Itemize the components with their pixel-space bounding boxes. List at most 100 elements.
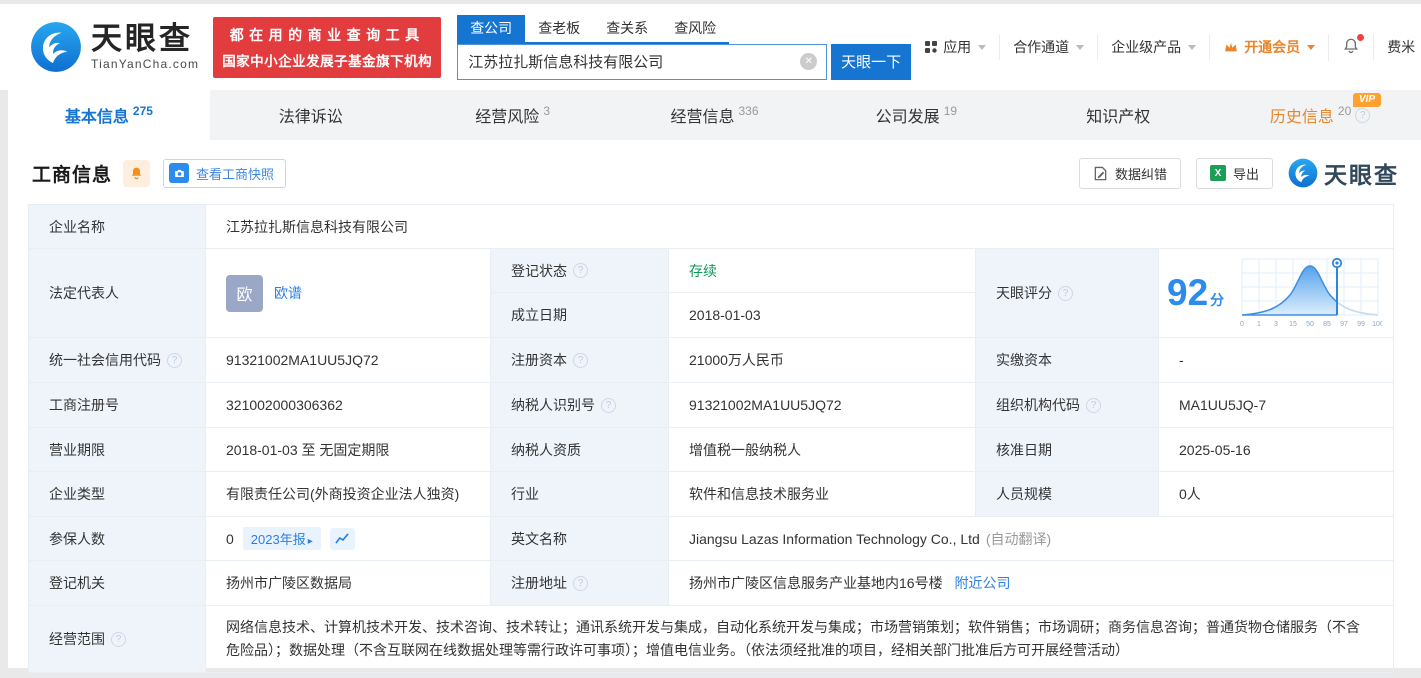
help-icon[interactable] <box>1086 397 1101 413</box>
export-button[interactable]: X 导出 <box>1195 157 1273 189</box>
legal-rep-avatar[interactable]: 欧 <box>226 274 263 312</box>
business-scope-label: 经营范围 <box>49 631 105 647</box>
notification-bell-icon <box>1342 33 1365 58</box>
nav-apps-label: 应用 <box>943 39 972 55</box>
apps-grid-icon <box>925 41 938 53</box>
tab-label: 法律诉讼 <box>278 109 343 126</box>
tianyancha-swirl-icon <box>1288 158 1318 188</box>
tab-label: 知识产权 <box>1086 109 1151 126</box>
correction-label: 数据纠错 <box>1114 166 1167 182</box>
snapshot-label: 查看工商快照 <box>196 166 275 182</box>
nav-vip[interactable]: 开通会员 <box>1209 34 1328 60</box>
tab-count: 19 <box>943 104 958 118</box>
snapshot-button[interactable]: 查看工商快照 <box>163 158 287 188</box>
nearby-companies-link[interactable]: 附近公司 <box>954 575 1010 591</box>
notification-dot <box>1357 33 1365 41</box>
tab-count: 20 <box>1337 104 1352 118</box>
nav-apps[interactable]: 应用 <box>911 34 999 60</box>
table-row: 企业类型 有限责任公司(外商投资企业法人独资) 行业 软件和信息技术服务业 人员… <box>28 471 1394 517</box>
edit-correction-icon <box>1094 166 1107 180</box>
tab-label: 基本信息 <box>64 109 129 126</box>
logo-name: 天眼查 <box>91 21 193 56</box>
nav-partner-label: 合作通道 <box>1013 39 1070 55</box>
trend-chart-icon[interactable] <box>329 527 355 550</box>
reg-number-value: 321002000306362 <box>226 397 343 413</box>
industry-label: 行业 <box>511 486 539 502</box>
help-icon[interactable] <box>111 631 126 647</box>
nav-user-label: 费米 <box>1387 39 1416 55</box>
top-nav: 应用 合作通道 企业级产品 开通会员 费米 <box>911 33 1421 61</box>
tab-intellectual-property[interactable]: 知识产权 <box>1017 90 1219 140</box>
nav-user[interactable]: 费米 <box>1373 34 1421 60</box>
address-label: 注册地址 <box>511 575 567 591</box>
tab-label: 经营信息 <box>670 109 735 126</box>
help-icon[interactable] <box>573 352 588 368</box>
tab-company-development[interactable]: 公司发展 19 <box>815 90 1017 140</box>
svg-text:50: 50 <box>1306 321 1314 328</box>
score-unit: 分 <box>1210 292 1225 308</box>
tab-history-info[interactable]: VIP 历史信息 20 <box>1219 90 1421 140</box>
watermark-logo: 天眼查 <box>1288 156 1399 190</box>
table-row: 经营范围 网络信息技术、计算机技术开发、技术咨询、技术转让；通讯系统开发与集成，… <box>28 605 1394 673</box>
tab-legal[interactable]: 法律诉讼 <box>210 90 412 140</box>
table-row: 企业名称 江苏拉扎斯信息科技有限公司 <box>28 204 1394 249</box>
english-name-label: 英文名称 <box>511 530 567 547</box>
table-row: 法定代表人 欧 欧谱 登记状态 存续 天眼评分 92分 <box>28 248 1394 338</box>
nav-enterprise-label: 企业级产品 <box>1111 39 1182 55</box>
insured-label: 参保人数 <box>49 530 105 547</box>
help-icon[interactable] <box>1058 285 1073 301</box>
auto-translate-note: (自动翻译) <box>985 530 1052 547</box>
org-code-value: MA1UU5JQ-7 <box>1179 397 1267 413</box>
help-icon[interactable] <box>167 352 182 368</box>
search-input[interactable] <box>458 53 801 70</box>
insured-count: 0 <box>226 530 234 547</box>
help-icon[interactable] <box>1355 107 1371 123</box>
staff-size-value: 0人 <box>1179 486 1201 502</box>
content-panel: 工商信息 查看工商快照 数据纠错 X 导出 天眼查 企业名称 江苏拉扎斯信息科技… <box>8 140 1421 673</box>
nav-enterprise[interactable]: 企业级产品 <box>1097 34 1209 60</box>
search-button[interactable]: 天眼一下 <box>831 43 912 80</box>
svg-text:3: 3 <box>1274 321 1278 328</box>
data-correction-button[interactable]: 数据纠错 <box>1078 157 1181 189</box>
org-code-label: 组织机构代码 <box>996 397 1080 413</box>
promo-banner: 都在用的商业查询工具 国家中小企业发展子基金旗下机构 <box>213 16 442 78</box>
reg-number-label: 工商注册号 <box>49 397 119 413</box>
tab-basic-info[interactable]: 基本信息 275 <box>8 90 210 140</box>
search-tabs: 查公司 查老板 查关系 查风险 <box>457 14 730 44</box>
table-row: 登记机关 扬州市广陵区数据局 注册地址 扬州市广陵区信息服务产业基地内16号楼 … <box>28 560 1394 606</box>
tab-operating-risk[interactable]: 经营风险 3 <box>412 90 614 140</box>
chevron-down-icon <box>1188 44 1197 50</box>
help-icon[interactable] <box>573 263 588 278</box>
score-axis-ticks: 0 1 3 15 50 85 97 99 100 <box>1240 321 1382 328</box>
taxpayer-quality-label: 纳税人资质 <box>511 441 581 458</box>
business-scope-value: 网络信息技术、计算机技术开发、技术咨询、技术转让；通讯系统开发与集成，自动化系统… <box>226 619 1360 658</box>
tianyan-score: 92 分 0 1 3 15 50 85 97 99 10 <box>1167 255 1389 331</box>
tianyancha-logo[interactable]: 天眼查 TianYanCha.com <box>30 21 199 73</box>
camera-icon <box>169 163 190 183</box>
annual-report-badge[interactable]: 2023年报 <box>242 527 321 550</box>
company-type-label: 企业类型 <box>49 486 105 502</box>
help-icon[interactable] <box>573 575 588 591</box>
nav-notifications[interactable] <box>1328 33 1373 61</box>
paid-capital-value: - <box>1179 352 1184 368</box>
search-box <box>457 43 828 80</box>
tab-label: 公司发展 <box>875 109 940 126</box>
search-clear-icon[interactable] <box>800 53 818 70</box>
tab-count: 336 <box>738 104 759 118</box>
reg-status-value: 存续 <box>689 262 717 279</box>
search-tab-boss[interactable]: 查老板 <box>525 15 593 42</box>
english-name-value: Jiangsu Lazas Information Technology Co.… <box>689 530 980 547</box>
search-tab-company[interactable]: 查公司 <box>457 14 526 42</box>
toolbar-right: 数据纠错 X 导出 天眼查 <box>1078 156 1399 190</box>
nav-partner[interactable]: 合作通道 <box>999 34 1097 60</box>
search-row: 天眼一下 <box>457 43 912 80</box>
help-icon[interactable] <box>601 397 616 413</box>
svg-text:100: 100 <box>1372 321 1382 328</box>
tianyancha-swirl-icon <box>31 22 81 72</box>
reg-capital-label: 注册资本 <box>511 352 567 368</box>
monitor-bell-button[interactable] <box>123 159 151 187</box>
search-tab-relation[interactable]: 查关系 <box>593 15 661 42</box>
legal-rep-link[interactable]: 欧谱 <box>274 283 302 303</box>
tab-business-info[interactable]: 经营信息 336 <box>614 90 816 140</box>
search-tab-risk[interactable]: 查风险 <box>661 15 729 42</box>
